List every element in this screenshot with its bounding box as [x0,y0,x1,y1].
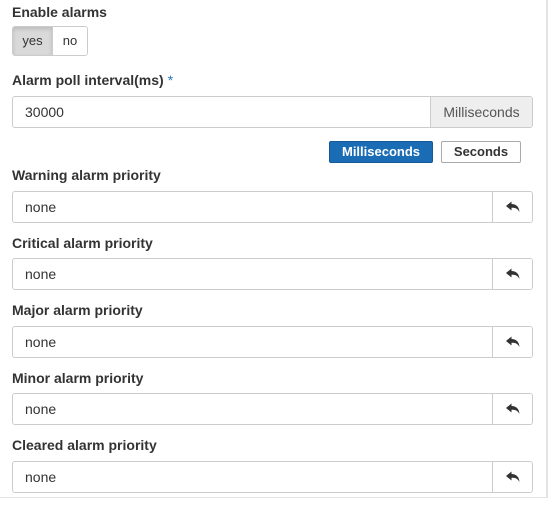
warning-priority-input[interactable]: none [13,192,492,222]
major-priority-input[interactable]: none [13,327,492,357]
cleared-priority-label: Cleared alarm priority [12,437,157,453]
enable-alarms-yes-button[interactable]: yes [13,27,53,55]
warning-priority-reset-button[interactable] [492,192,532,222]
cleared-priority-input[interactable]: none [13,462,492,492]
minor-priority-field: none [12,393,533,425]
milliseconds-unit-button[interactable]: Milliseconds [329,141,433,163]
poll-interval-unit-addon: Milliseconds [430,97,532,127]
undo-arrow-icon [505,201,519,212]
major-priority-reset-button[interactable] [492,327,532,357]
major-priority-field: none [12,326,533,358]
undo-arrow-icon [505,471,519,482]
enable-alarms-label: Enable alarms [12,4,107,20]
seconds-unit-button[interactable]: Seconds [441,141,521,163]
cleared-priority-reset-button[interactable] [492,462,532,492]
enable-alarms-no-button[interactable]: no [53,27,87,55]
critical-priority-input[interactable]: none [13,259,492,289]
cleared-priority-field: none [12,461,533,493]
undo-arrow-icon [505,268,519,279]
undo-arrow-icon [505,336,519,347]
major-priority-label: Major alarm priority [12,302,143,318]
critical-priority-field: none [12,258,533,290]
undo-arrow-icon [505,403,519,414]
warning-priority-field: none [12,191,533,223]
critical-priority-label: Critical alarm priority [12,235,153,251]
minor-priority-reset-button[interactable] [492,394,532,424]
poll-interval-label-text: Alarm poll interval(ms) [12,72,164,88]
poll-interval-field: 30000 Milliseconds [12,96,533,128]
required-mark: * [167,72,174,88]
poll-interval-input[interactable]: 30000 [13,97,430,127]
enable-alarms-toggle: yes no [12,26,88,56]
critical-priority-reset-button[interactable] [492,259,532,289]
minor-priority-input[interactable]: none [13,394,492,424]
poll-interval-label: Alarm poll interval(ms) * [12,72,173,88]
panel-bottom-border [0,497,548,498]
minor-priority-label: Minor alarm priority [12,370,144,386]
warning-priority-label: Warning alarm priority [12,167,161,183]
panel-right-border [546,0,548,497]
